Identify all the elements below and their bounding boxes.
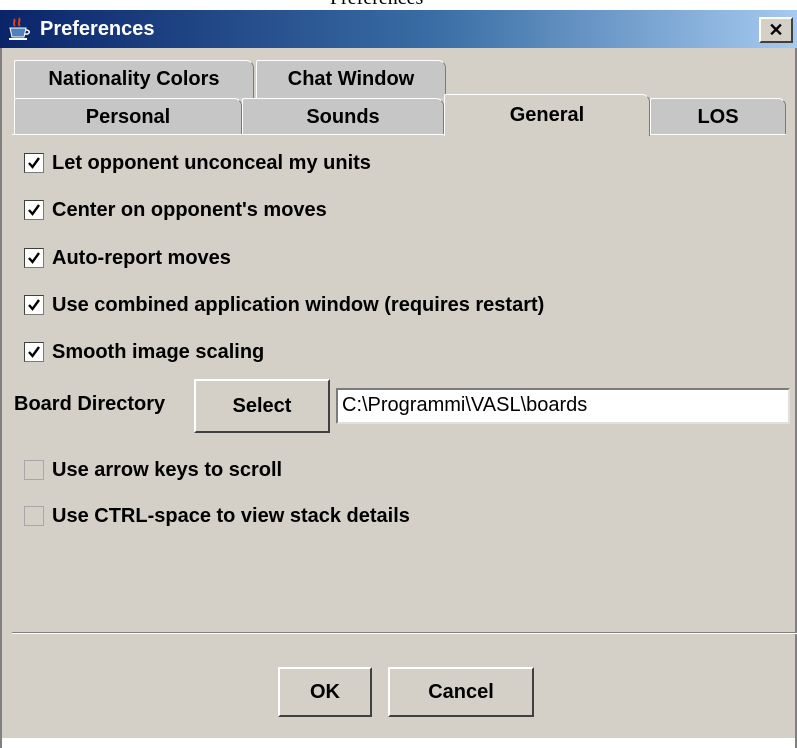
button-label: OK [310,680,340,703]
checkbox-label: Smooth image scaling [52,340,265,363]
checkbox[interactable] [24,248,44,268]
checkbox[interactable] [24,295,44,315]
checkbox-label: Use combined application window (require… [52,293,545,316]
close-icon: ✕ [768,20,784,40]
option-combined-window[interactable]: Use combined application window (require… [24,290,544,320]
checkbox-label: Use arrow keys to scroll [52,458,283,481]
checkbox[interactable] [24,460,44,480]
checkbox-label: Center on opponent's moves [52,198,327,221]
tab-los[interactable]: LOS [650,98,786,135]
caption-text: Preferences [330,0,423,10]
checkbox-label: Let opponent unconceal my units [52,151,371,174]
checkmark-icon [28,252,40,264]
tab-personal[interactable]: Personal [14,98,242,135]
tab-label: LOS [697,105,739,128]
tab-label: Nationality Colors [48,68,220,90]
board-directory-label: Board Directory [14,393,166,415]
frame-edge-left [0,48,2,748]
tab-chat-window[interactable]: Chat Window [256,60,446,98]
tab-general[interactable]: General [444,94,650,136]
title-bar[interactable]: Preferences ✕ [0,10,797,48]
close-button[interactable]: ✕ [759,17,793,43]
preferences-dialog: Preferences ✕ Nationality Colors Chat Wi… [0,10,797,748]
option-arrow-keys-scroll[interactable]: Use arrow keys to scroll [24,455,282,485]
checkmark-icon [28,204,40,216]
checkbox-label: Use CTRL-space to view stack details [52,504,410,527]
document-caption: Preferences [0,0,797,10]
button-label: Cancel [428,680,494,703]
tab-label: General [509,104,585,126]
general-tab-panel: Let opponent unconceal my units Center o… [12,135,797,637]
tab-label: Chat Window [287,68,415,90]
checkbox[interactable] [24,153,44,173]
checkbox[interactable] [24,342,44,362]
tab-label: Sounds [306,105,380,128]
checkmark-icon [28,157,40,169]
checkmark-icon [28,346,40,358]
window-title: Preferences [40,18,155,40]
checkmark-icon [28,299,40,311]
ok-button[interactable]: OK [278,667,372,717]
button-label: Select [232,394,292,417]
footer-divider-highlight [12,633,797,634]
tab-label: Personal [85,105,171,128]
tab-sounds[interactable]: Sounds [242,98,444,135]
cancel-button[interactable]: Cancel [388,667,534,717]
option-auto-report-moves[interactable]: Auto-report moves [24,243,231,273]
option-let-opponent-unconceal[interactable]: Let opponent unconceal my units [24,148,371,178]
option-smooth-image-scaling[interactable]: Smooth image scaling [24,337,264,367]
tab-nationality-colors[interactable]: Nationality Colors [14,60,254,98]
board-directory-input[interactable]: C:\Programmi\VASL\boards [336,388,790,424]
checkbox-label: Auto-report moves [52,246,231,269]
java-coffee-icon [9,17,30,40]
select-directory-button[interactable]: Select [194,379,330,433]
checkbox[interactable] [24,200,44,220]
option-ctrl-space-stack-details[interactable]: Use CTRL-space to view stack details [24,501,410,531]
checkbox[interactable] [24,506,44,526]
option-center-on-opponent-moves[interactable]: Center on opponent's moves [24,195,327,225]
